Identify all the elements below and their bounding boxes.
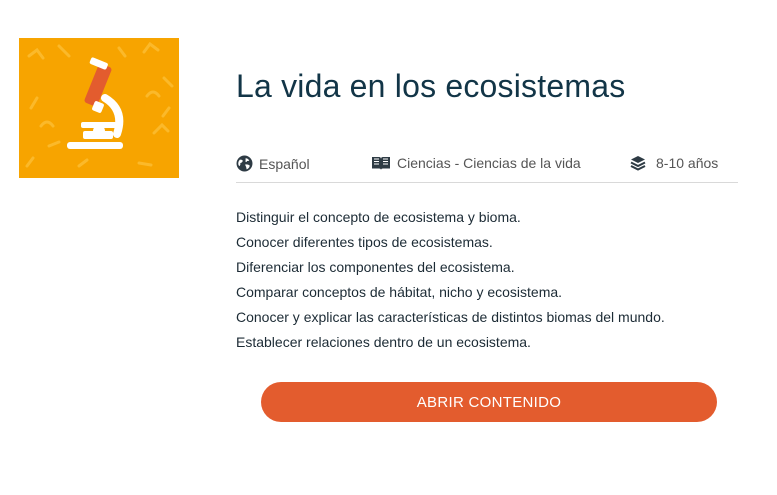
microscope-icon — [67, 57, 124, 149]
meta-age-label: 8-10 años — [656, 155, 719, 171]
globe-icon — [236, 155, 253, 172]
meta-subject: Ciencias - Ciencias de la vida — [371, 155, 581, 171]
meta-age: 8-10 años — [630, 155, 718, 171]
course-thumbnail — [19, 38, 179, 178]
open-content-button[interactable]: ABRIR CONTENIDO — [261, 382, 717, 422]
objectives-list: Distinguir el concepto de ecosistema y b… — [236, 205, 665, 355]
meta-subject-label: Ciencias - Ciencias de la vida — [397, 155, 581, 171]
meta-language: Español — [236, 155, 310, 172]
meta-language-label: Español — [259, 155, 310, 172]
course-meta: Español Ciencias - Ciencias de la vida 8… — [236, 152, 738, 183]
list-item: Conocer diferentes tipos de ecosistemas. — [236, 234, 493, 250]
list-item: Comparar conceptos de hábitat, nicho y e… — [236, 284, 563, 300]
list-item: Distinguir el concepto de ecosistema y b… — [236, 209, 521, 225]
page-title: La vida en los ecosistemas — [236, 68, 626, 104]
book-icon — [371, 155, 391, 171]
list-item: Establecer relaciones dentro de un ecosi… — [236, 334, 531, 350]
list-item: Conocer y explicar las características d… — [236, 309, 665, 325]
list-item: Diferenciar los componentes del ecosiste… — [236, 259, 515, 275]
layers-icon — [630, 155, 646, 171]
